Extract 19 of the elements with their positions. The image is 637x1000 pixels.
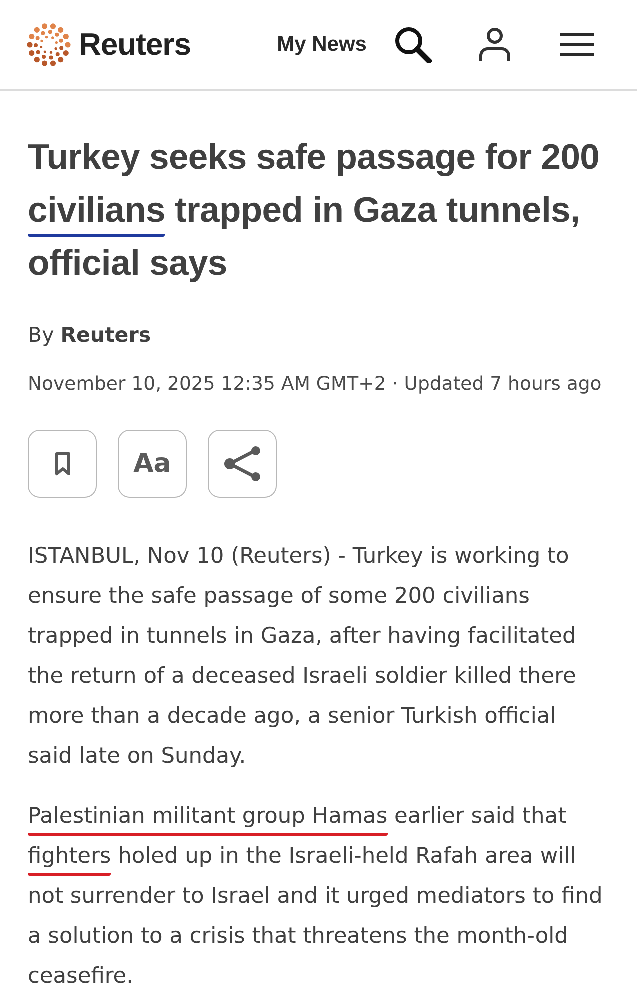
share-button[interactable] (208, 430, 277, 498)
bookmark-icon (54, 452, 70, 476)
logo-wordmark: Reuters (79, 26, 191, 62)
search-button[interactable] (394, 26, 432, 62)
menu-icon (560, 32, 594, 56)
article-paragraph: ISTANBUL, Nov 10 (Reuters) - Turkey is working to ensure the safe passage of some 200 civilians trapped in tunnels in Gaza, after having facilitated the return of a deceased Israeli soldier killed there more than a decade ago, a senior Turkish official said late on Sunday. (28, 543, 578, 771)
article-headline: Turkey seeks safe passage for 200 civilians trapped in Gaza tunnels, official says (28, 136, 601, 285)
account-button[interactable] (478, 26, 512, 62)
user-icon (478, 26, 512, 62)
search-icon (394, 26, 432, 62)
logo-icon (27, 22, 71, 66)
bookmark-button[interactable] (28, 430, 97, 498)
menu-button[interactable] (560, 32, 594, 56)
text-size-button[interactable]: Aa (118, 430, 187, 498)
article-paragraph: Palestinian militant group Hamas earlier said that fighters holed up in the Israeli-held Rafah area will not surrender to Israel and it urged mediators to find a solution to a crisis that threatens the month-old ceasefire. (28, 803, 604, 991)
timestamp: November 10, 2025 12:35 AM GMT+2 · Updated 7 hours ago (28, 373, 603, 397)
byline: By Reuters (28, 322, 152, 348)
share-icon (222, 446, 262, 482)
nav-link[interactable]: My News (277, 32, 367, 56)
